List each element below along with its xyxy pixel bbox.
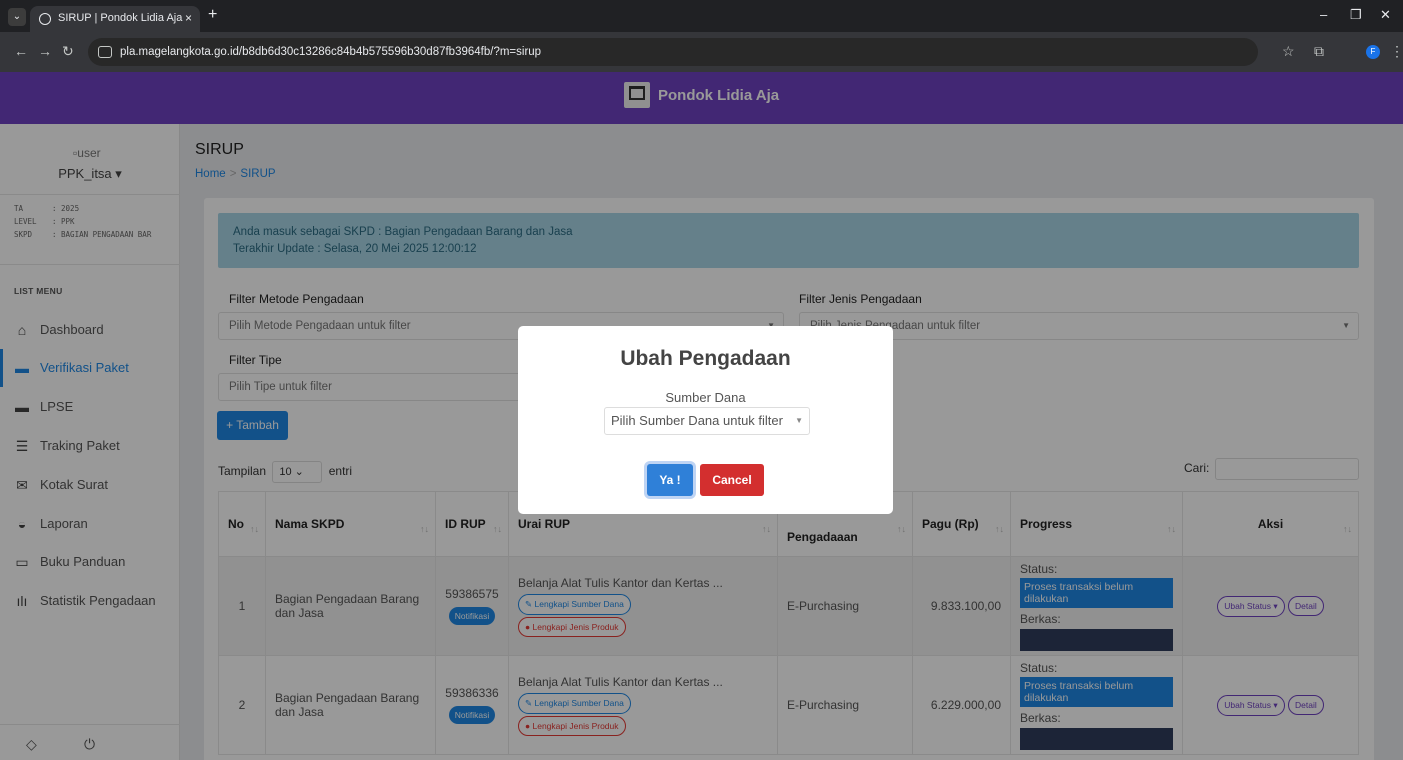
cancel-button[interactable]: Cancel xyxy=(700,464,764,496)
close-window-icon[interactable]: ✕ xyxy=(1380,7,1391,23)
caret-down-icon: ▼ xyxy=(795,416,803,425)
browser-toolbar: ← → ↻ pla.magelangkota.go.id/b8db6d30c13… xyxy=(0,32,1403,72)
browser-tabbar: ⌄ SIRUP | Pondok Lidia Aja × + – ❐ ✕ xyxy=(0,0,1403,32)
globe-icon xyxy=(39,13,51,25)
forward-icon[interactable]: → xyxy=(38,43,52,59)
extensions-icon[interactable]: ⧉ xyxy=(1314,43,1324,60)
browser-menu-icon[interactable]: ⋮ xyxy=(1390,43,1403,60)
reload-icon[interactable]: ↻ xyxy=(62,43,74,60)
confirm-button[interactable]: Ya ! xyxy=(647,464,693,496)
url-text: pla.magelangkota.go.id/b8db6d30c13286c84… xyxy=(120,46,542,58)
sumber-dana-select[interactable]: Pilih Sumber Dana untuk filter ▼ xyxy=(604,407,810,435)
tab-search-icon[interactable]: ⌄ xyxy=(8,8,26,26)
new-tab-button[interactable]: + xyxy=(208,6,217,24)
restore-icon[interactable]: ❐ xyxy=(1350,7,1362,23)
site-info-icon[interactable] xyxy=(98,46,112,58)
sumber-dana-label: Sumber Dana xyxy=(665,390,746,405)
tab-close-icon[interactable]: × xyxy=(185,11,192,25)
browser-tab[interactable]: SIRUP | Pondok Lidia Aja × xyxy=(30,6,200,32)
address-bar[interactable]: pla.magelangkota.go.id/b8db6d30c13286c84… xyxy=(88,38,1258,66)
tab-title: SIRUP | Pondok Lidia Aja xyxy=(58,12,183,24)
minimize-icon[interactable]: – xyxy=(1320,7,1327,22)
profile-avatar[interactable]: F xyxy=(1366,45,1380,59)
bookmark-star-icon[interactable]: ☆ xyxy=(1282,43,1295,60)
dialog-title: Ubah Pengadaan xyxy=(620,347,791,370)
back-icon[interactable]: ← xyxy=(14,43,28,59)
ubah-pengadaan-dialog: Ubah Pengadaan Sumber Dana Pilih Sumber … xyxy=(518,326,893,514)
